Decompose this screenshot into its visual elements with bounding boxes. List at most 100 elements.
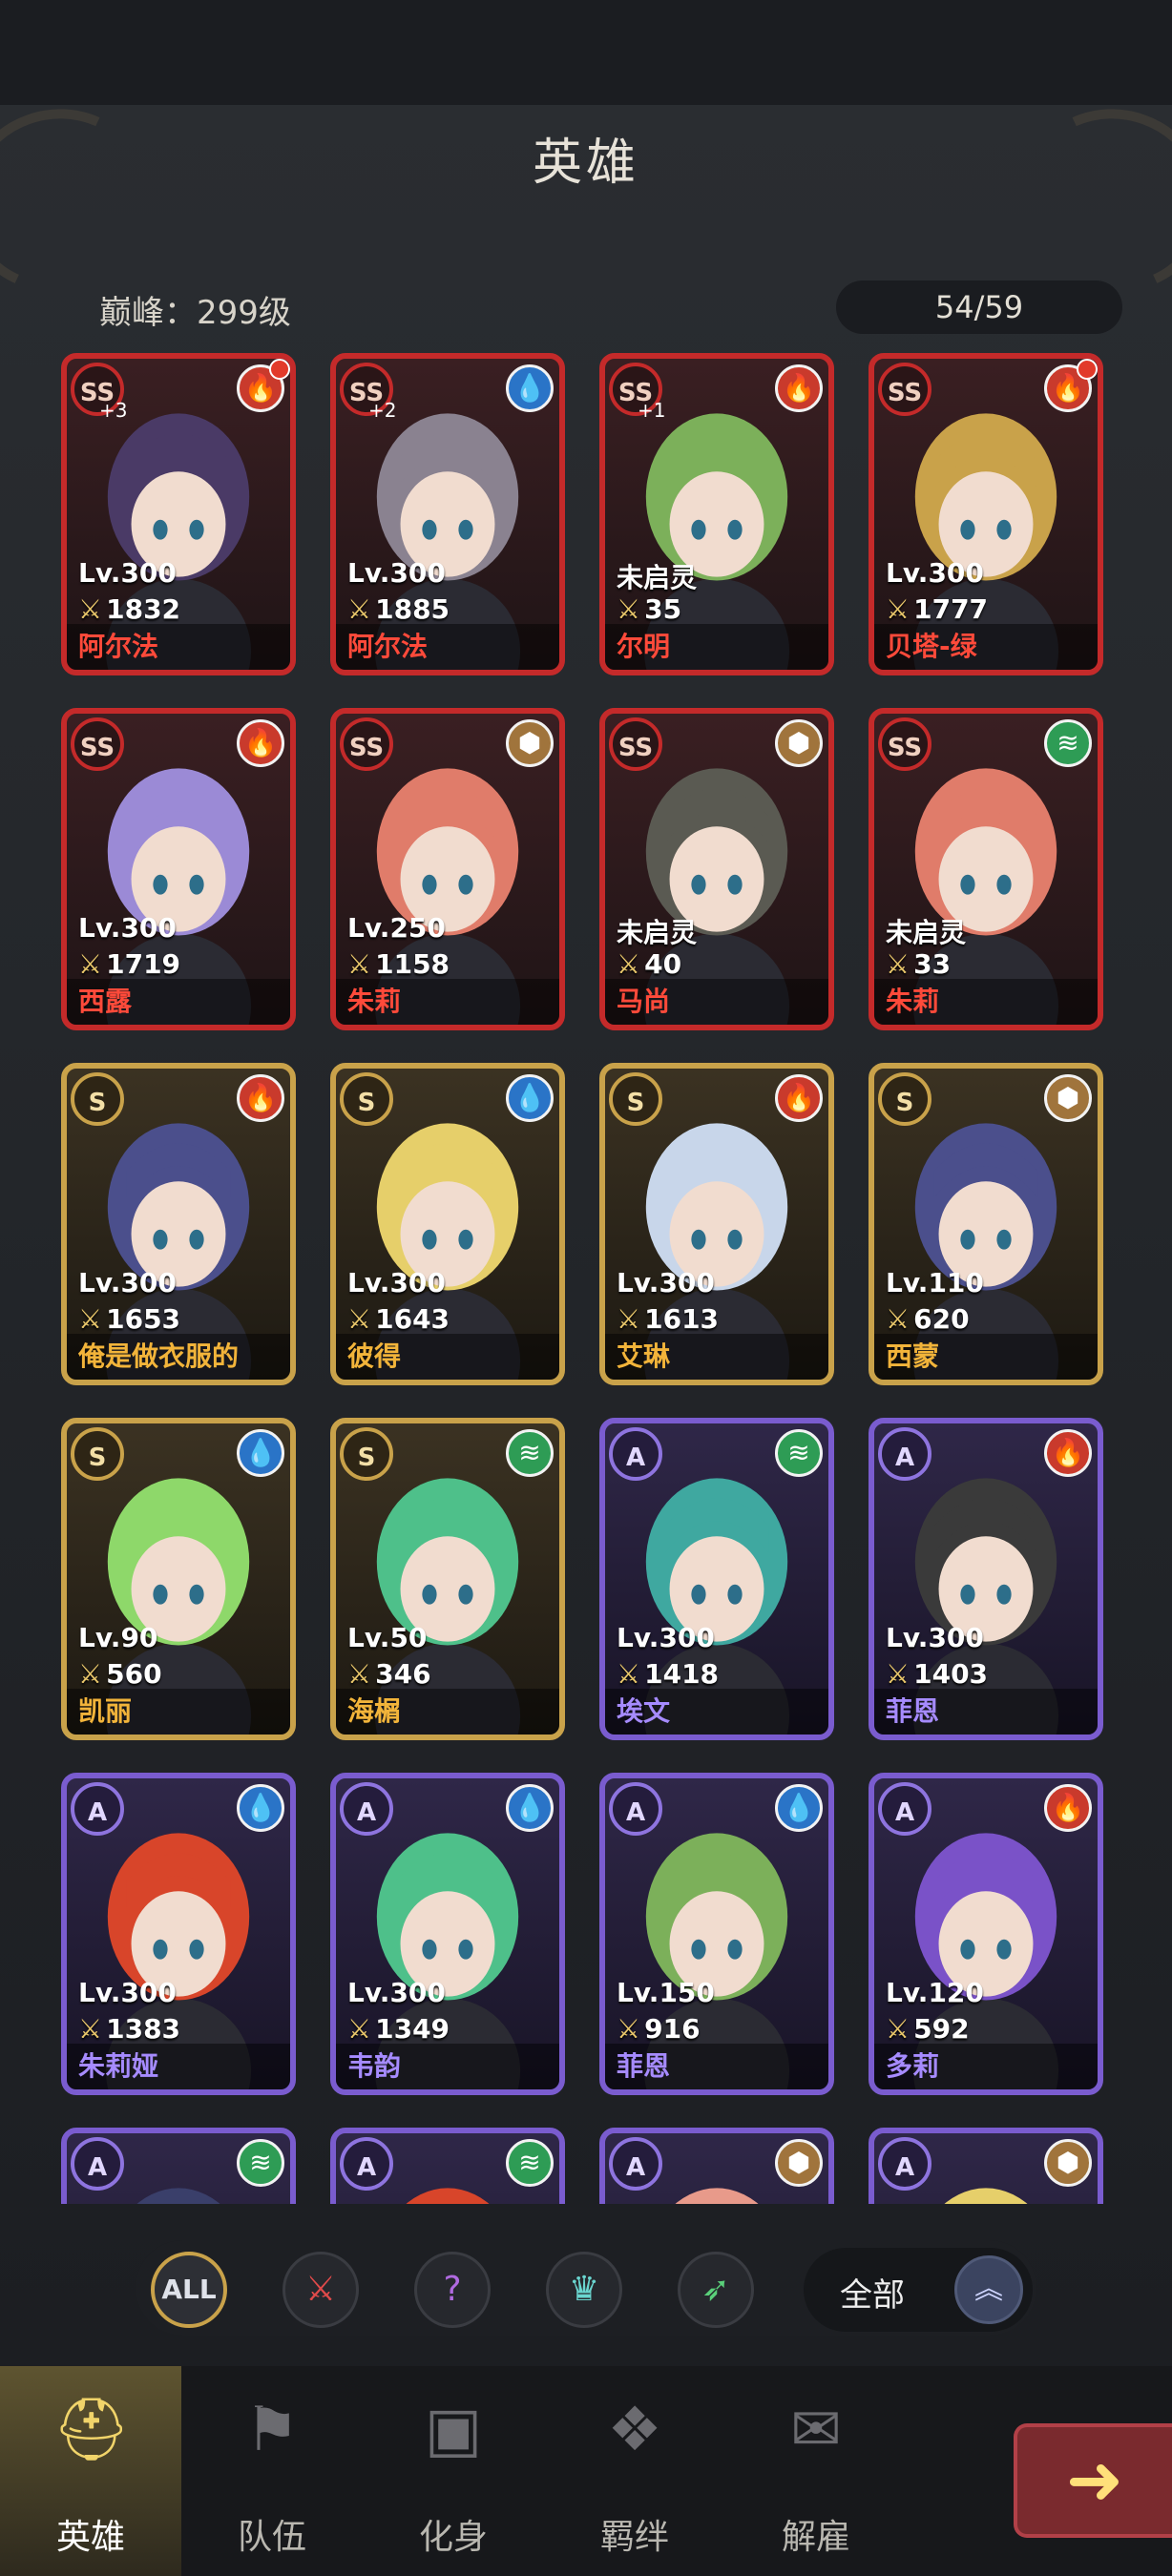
hero-level: Lv.300 xyxy=(347,1267,446,1298)
hero-card[interactable]: A 💧 Lv.300 ⚔ 1349 韦韵 xyxy=(330,1773,565,2095)
tab-bond[interactable]: ❖ 羁绊 xyxy=(544,2366,725,2576)
hero-card[interactable]: A 🔥 Lv.120 ⚔ 592 多莉 xyxy=(869,1773,1103,2095)
hero-level: Lv.300 xyxy=(347,557,446,589)
hero-power: ⚔ 1383 xyxy=(78,2013,180,2045)
rank-badge: SS xyxy=(878,717,931,771)
water-element-icon: 💧 xyxy=(237,1429,284,1477)
power-sword-icon: ⚔ xyxy=(886,948,910,980)
power-value: 592 xyxy=(913,2013,970,2045)
hero-card[interactable]: SS +3 🔥 Lv.300 ⚔ 1832 阿尔法 xyxy=(61,353,296,675)
hero-name: 菲恩 xyxy=(886,1695,940,1727)
hero-name: 贝塔-绿 xyxy=(886,631,977,662)
hero-card[interactable]: A 💧 Lv.300 ⚔ 1383 朱莉娅 xyxy=(61,1773,296,2095)
hero-card[interactable]: S 💧 Lv.300 ⚔ 1643 彼得 xyxy=(330,1063,565,1385)
hero-power: ⚔ 1418 xyxy=(617,1658,719,1690)
hero-card[interactable]: SS ≋ 未启灵 ⚔ 33 朱莉 xyxy=(869,708,1103,1030)
star-bonus: +2 xyxy=(368,399,397,422)
status-bar xyxy=(0,0,1172,105)
rank-badge: A xyxy=(71,1782,124,1836)
sword-icon: ⚔ xyxy=(304,2270,337,2309)
star-bonus: +1 xyxy=(638,399,666,422)
arrow-right-icon[interactable]: ➜ xyxy=(1014,2423,1172,2538)
power-value: 346 xyxy=(375,1658,431,1690)
tab-scroll[interactable]: ✉ 解雇 xyxy=(725,2366,907,2576)
earth-element-icon: ⬢ xyxy=(1044,2139,1092,2187)
filter-warrior-button[interactable]: ⚔ xyxy=(283,2252,359,2328)
hero-level: Lv.300 xyxy=(78,1977,177,2008)
power-value: 1777 xyxy=(913,593,989,625)
hero-name: 海榍 xyxy=(347,1695,402,1727)
hero-power: ⚔ 1158 xyxy=(347,948,450,980)
hero-card[interactable]: SS +2 💧 Lv.300 ⚔ 1885 阿尔法 xyxy=(330,353,565,675)
tab-label: 队伍 xyxy=(237,2518,306,2557)
earth-element-icon: ⬢ xyxy=(775,2139,823,2187)
power-sword-icon: ⚔ xyxy=(617,2013,641,2045)
hero-level: Lv.50 xyxy=(347,1622,428,1653)
rank-badge: A xyxy=(609,1782,662,1836)
filter-support-button[interactable]: ♛ xyxy=(546,2252,622,2328)
hero-card[interactable]: A 💧 Lv.150 ⚔ 916 菲恩 xyxy=(599,1773,834,2095)
hero-power: ⚔ 1832 xyxy=(78,593,180,625)
filter-all-button[interactable]: ALL xyxy=(151,2252,227,2328)
hero-card[interactable]: A 🔥 Lv.300 ⚔ 1403 菲恩 xyxy=(869,1418,1103,1740)
hero-card[interactable]: S ≋ Lv.50 ⚔ 346 海榍 xyxy=(330,1418,565,1740)
hero-card[interactable]: S 🔥 Lv.300 ⚔ 1613 艾琳 xyxy=(599,1063,834,1385)
power-value: 1418 xyxy=(644,1658,720,1690)
hero-card[interactable]: S 🔥 Lv.300 ⚔ 1653 俺是做衣服的 xyxy=(61,1063,296,1385)
power-sword-icon: ⚔ xyxy=(347,2013,372,2045)
power-value: 1832 xyxy=(106,593,181,625)
wind-element-icon: ≋ xyxy=(775,1429,823,1477)
rank-badge: A xyxy=(71,2137,124,2191)
hero-level: Lv.300 xyxy=(886,1622,984,1653)
power-value: 916 xyxy=(644,2013,701,2045)
rank-badge: S xyxy=(71,1072,124,1126)
rank-badge: S xyxy=(609,1072,662,1126)
power-sword-icon: ⚔ xyxy=(78,948,103,980)
power-value: 620 xyxy=(913,1303,970,1335)
hero-level: Lv.300 xyxy=(617,1267,715,1298)
hero-power: ⚔ 33 xyxy=(886,948,951,980)
hero-card[interactable]: SS +1 🔥 未启灵 ⚔ 35 尔明 xyxy=(599,353,834,675)
tab-flag[interactable]: ⚑ 队伍 xyxy=(181,2366,363,2576)
rank-badge: SS xyxy=(609,717,662,771)
notification-dot xyxy=(1077,359,1098,380)
hero-card[interactable]: A≋⚔ xyxy=(61,2128,296,2204)
hero-power: ⚔ 1403 xyxy=(886,1658,988,1690)
flag-icon: ⚑ xyxy=(244,2395,300,2465)
power-value: 1403 xyxy=(913,1658,989,1690)
power-value: 1653 xyxy=(106,1303,181,1335)
hero-card[interactable]: A⬢⚔ xyxy=(869,2128,1103,2204)
scroll-icon: ✉ xyxy=(790,2395,842,2465)
hero-name: 埃文 xyxy=(617,1695,671,1727)
hero-card[interactable]: A≋⚔ xyxy=(330,2128,565,2204)
filter-archer-button[interactable]: ➶ xyxy=(678,2252,754,2328)
hero-power: ⚔ 40 xyxy=(617,948,681,980)
rank-badge: SS xyxy=(878,363,931,416)
power-value: 1158 xyxy=(375,948,450,980)
sort-select-label: 全部 xyxy=(840,2276,905,2315)
crown-icon: ♛ xyxy=(568,2270,600,2309)
hero-card[interactable]: S 💧 Lv.90 ⚔ 560 凯丽 xyxy=(61,1418,296,1740)
hero-level: Lv.250 xyxy=(347,912,446,944)
earth-element-icon: ⬢ xyxy=(1044,1074,1092,1122)
power-sword-icon: ⚔ xyxy=(78,2013,103,2045)
hero-grid[interactable]: SS +3 🔥 Lv.300 ⚔ 1832 阿尔法 SS +2 💧 Lv.300 ⚔ 1885 阿尔法 SS… xyxy=(0,353,1172,2204)
hero-name: 多莉 xyxy=(886,2050,940,2082)
hero-card[interactable]: S ⬢ Lv.110 ⚔ 620 西蒙 xyxy=(869,1063,1103,1385)
hero-card[interactable]: SS 🔥 Lv.300 ⚔ 1719 西露 xyxy=(61,708,296,1030)
hero-card[interactable]: A ≋ Lv.300 ⚔ 1418 埃文 xyxy=(599,1418,834,1740)
chevron-up-icon[interactable]: ︽ xyxy=(954,2255,1023,2324)
filter-mystery-button[interactable]: ? xyxy=(414,2252,491,2328)
hero-card[interactable]: SS ⬢ Lv.250 ⚔ 1158 朱莉 xyxy=(330,708,565,1030)
tab-helmet[interactable]: ⛑ 英雄 xyxy=(0,2366,181,2576)
hero-card[interactable]: SS 🔥 Lv.300 ⚔ 1777 贝塔-绿 xyxy=(869,353,1103,675)
hero-card[interactable]: A⬢⚔ xyxy=(599,2128,834,2204)
power-sword-icon: ⚔ xyxy=(886,2013,910,2045)
hero-power: ⚔ 1349 xyxy=(347,2013,450,2045)
fire-element-icon: 🔥 xyxy=(237,719,284,767)
tab-cards[interactable]: ▣ 化身 xyxy=(363,2366,544,2576)
hero-level: Lv.120 xyxy=(886,1977,984,2008)
power-value: 560 xyxy=(106,1658,162,1690)
hero-card[interactable]: SS ⬢ 未启灵 ⚔ 40 马尚 xyxy=(599,708,834,1030)
rank-badge: S xyxy=(71,1427,124,1481)
